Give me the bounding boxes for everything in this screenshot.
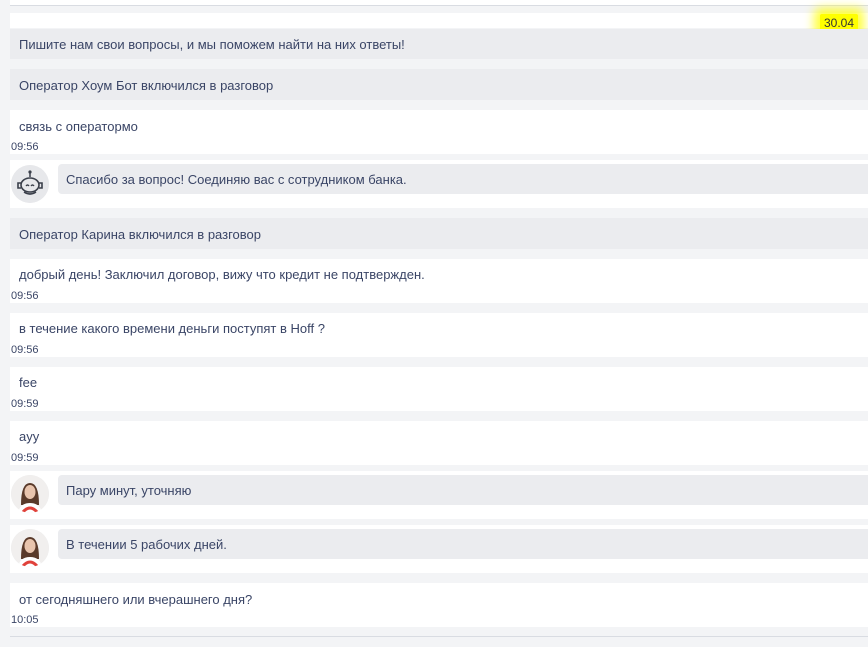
message-text: Пишите нам свои вопросы, и мы поможем на… xyxy=(19,37,405,52)
top-divider xyxy=(10,0,868,6)
message-text: В течении 5 рабочих дней. xyxy=(66,537,227,552)
user-message: от сегодняшнего или вчерашнего дня? 10:0… xyxy=(10,583,868,627)
user-message: fee 09:59 xyxy=(10,367,868,411)
message-bubble: Пару минут, уточняю xyxy=(58,475,868,505)
user-message: связь с оператормо 09:56 xyxy=(10,110,868,154)
user-message: в течение какого времени деньги поступят… xyxy=(10,313,868,357)
operator-message: Пару минут, уточняю xyxy=(10,471,868,519)
message-time: 09:56 xyxy=(11,290,39,302)
date-row: 30.04 xyxy=(10,13,868,32)
robot-icon xyxy=(11,165,49,203)
system-message: Оператор Карина включился в разговор xyxy=(10,218,868,249)
message-text: добрый день! Заключил договор, вижу что … xyxy=(19,267,425,282)
operator-avatar xyxy=(11,529,49,567)
message-bubble: Спасибо за вопрос! Соединяю вас с сотруд… xyxy=(58,164,868,194)
message-bubble: В течении 5 рабочих дней. xyxy=(58,529,868,559)
message-time: 09:59 xyxy=(11,398,39,410)
message-time: 09:59 xyxy=(11,452,39,464)
operator-message: В течении 5 рабочих дней. xyxy=(10,525,868,573)
user-message: ayy 09:59 xyxy=(10,421,868,465)
message-time: 10:05 xyxy=(11,614,39,626)
bot-message: Спасибо за вопрос! Соединяю вас с сотруд… xyxy=(10,160,868,208)
bottom-divider xyxy=(10,636,868,637)
message-text: в течение какого времени деньги поступят… xyxy=(19,321,325,336)
message-text: Пару минут, уточняю xyxy=(66,483,192,498)
user-message: добрый день! Заключил договор, вижу что … xyxy=(10,259,868,303)
message-text: связь с оператормо xyxy=(19,119,138,134)
message-text: от сегодняшнего или вчерашнего дня? xyxy=(19,592,253,607)
system-message: Пишите нам свои вопросы, и мы поможем на… xyxy=(10,29,868,59)
operator-avatar xyxy=(11,475,49,513)
system-message: Оператор Хоум Бот включился в разговор xyxy=(10,69,868,100)
message-time: 09:56 xyxy=(11,141,39,153)
message-time: 09:56 xyxy=(11,344,39,356)
message-text: Оператор Карина включился в разговор xyxy=(19,227,262,242)
message-text: Оператор Хоум Бот включился в разговор xyxy=(19,78,274,93)
message-text: fee xyxy=(19,375,38,390)
message-text: Спасибо за вопрос! Соединяю вас с сотруд… xyxy=(66,172,407,187)
message-text: ayy xyxy=(19,429,40,444)
